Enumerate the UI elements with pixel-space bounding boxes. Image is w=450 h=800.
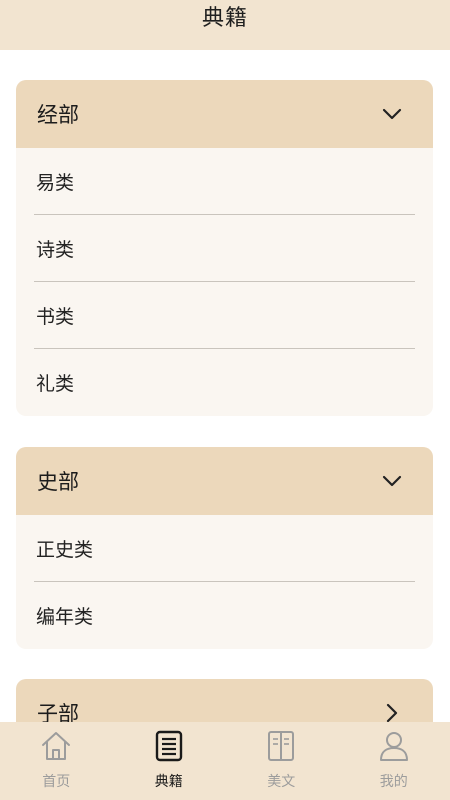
tab-label: 我的 bbox=[379, 774, 408, 790]
top-bar: 典籍 bbox=[0, 0, 450, 50]
section-shi: 史部 正史类 编年类 bbox=[16, 447, 433, 649]
section-title: 经部 bbox=[37, 103, 79, 127]
tab-home[interactable]: 首页 bbox=[0, 722, 113, 800]
item-label: 诗类 bbox=[36, 238, 75, 261]
item-label: 书类 bbox=[36, 305, 75, 328]
section-title: 史部 bbox=[37, 470, 79, 494]
tab-label: 美文 bbox=[267, 774, 296, 790]
user-icon bbox=[378, 729, 410, 763]
section-title: 子部 bbox=[37, 702, 79, 722]
list-item[interactable]: 诗类 bbox=[34, 215, 415, 282]
section-body-shi: 正史类 编年类 bbox=[16, 515, 433, 649]
list-item[interactable]: 易类 bbox=[34, 148, 415, 215]
tab-label: 典籍 bbox=[154, 774, 183, 790]
chevron-right-icon bbox=[381, 702, 403, 722]
list-item[interactable]: 书类 bbox=[34, 282, 415, 349]
section-zi: 子部 bbox=[16, 679, 433, 722]
tab-essays[interactable]: 美文 bbox=[225, 722, 338, 800]
home-icon bbox=[40, 729, 72, 763]
section-header-zi[interactable]: 子部 bbox=[16, 679, 433, 722]
chevron-down-icon bbox=[381, 103, 403, 125]
chevron-down-icon bbox=[381, 470, 403, 492]
tab-profile[interactable]: 我的 bbox=[338, 722, 450, 800]
section-header-jing[interactable]: 经部 bbox=[16, 80, 433, 148]
page-title: 典籍 bbox=[201, 6, 248, 31]
section-body-jing: 易类 诗类 书类 礼类 bbox=[16, 148, 433, 416]
item-label: 易类 bbox=[36, 171, 75, 194]
section-jing: 经部 易类 诗类 书类 礼类 bbox=[16, 80, 433, 416]
tab-label: 首页 bbox=[42, 774, 71, 790]
item-label: 正史类 bbox=[36, 538, 94, 561]
list-item[interactable]: 编年类 bbox=[34, 582, 415, 649]
book-list-icon bbox=[153, 729, 185, 763]
section-header-shi[interactable]: 史部 bbox=[16, 447, 433, 515]
open-book-icon bbox=[265, 729, 297, 763]
list-item[interactable]: 正史类 bbox=[34, 515, 415, 582]
item-label: 编年类 bbox=[36, 606, 94, 628]
item-label: 礼类 bbox=[36, 373, 75, 395]
list-item[interactable]: 礼类 bbox=[34, 349, 415, 416]
category-list[interactable]: 经部 易类 诗类 书类 礼类 史部 正史类 编年类 子部 bbox=[0, 50, 450, 722]
bottom-tab-bar: 首页 典籍 美文 我的 bbox=[0, 722, 450, 800]
tab-classics[interactable]: 典籍 bbox=[113, 722, 226, 800]
